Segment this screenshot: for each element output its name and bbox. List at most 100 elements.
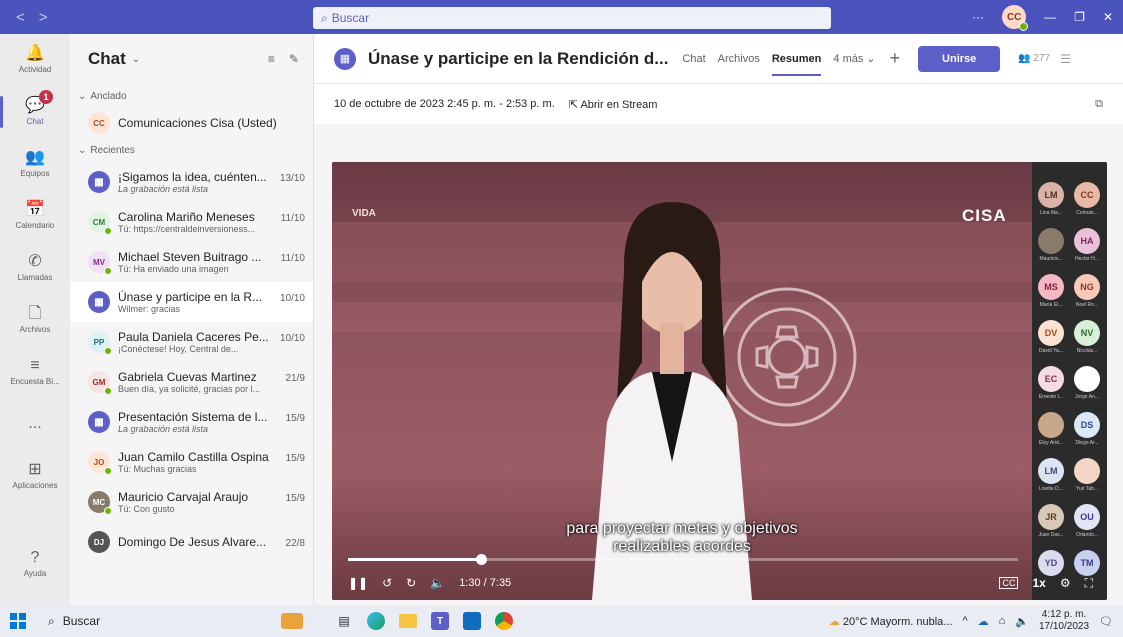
video-player[interactable]: VIDA CISA LM Lina Ma... CC Comuni... Maurici… <box>332 162 1107 600</box>
chat-list-item[interactable]: MV Michael Steven Buitrago ... 11/10 Tú: Ha… <box>70 242 313 282</box>
rail-item-phone[interactable]: ✆ Llamadas <box>0 242 70 294</box>
pause-icon[interactable]: ❚❚ <box>348 576 368 590</box>
avatar: PP <box>88 331 112 355</box>
progress-bar[interactable] <box>348 554 1018 565</box>
notification-icon[interactable]: 🗨 <box>1099 615 1113 628</box>
list-icon[interactable]: ☰ <box>1060 52 1071 66</box>
chat-name: Gabriela Cuevas Martinez <box>118 370 257 384</box>
progress-knob[interactable] <box>475 554 487 565</box>
tab-resumen[interactable]: Resumen <box>771 34 821 84</box>
chat-list-item[interactable]: PP Paula Daniela Caceres Pe... 10/10 ¡Conéc… <box>70 322 313 362</box>
minimize-icon[interactable]: — <box>1044 10 1056 24</box>
filter-icon[interactable]: ≡ <box>268 52 275 66</box>
chat-list-item[interactable]: DJ Domingo De Jesus Alvare... 22/8 <box>70 522 313 562</box>
participant-avatar[interactable]: NV <box>1074 320 1100 346</box>
open-in-stream-link[interactable]: ⇱ Abrir en Stream <box>569 98 658 111</box>
volume-icon[interactable]: 🔈 <box>1015 615 1029 628</box>
edge-icon[interactable] <box>360 605 392 637</box>
task-view-icon[interactable]: ▤ <box>328 605 360 637</box>
more-options-button[interactable]: ··· <box>972 10 984 24</box>
network-icon[interactable]: ⌂ <box>999 615 1006 627</box>
pinned-section[interactable]: ⌄ Anclado <box>70 84 313 108</box>
chat-list-item[interactable]: MC Mauricio Carvajal Araujo 15/9 Tú: Con gu… <box>70 482 313 522</box>
pinned-chat-item[interactable]: CC Comunicaciones Cisa (Usted) <box>70 108 313 138</box>
weather-widget[interactable]: ☁ 20°C Mayorm. nubla... <box>829 615 953 628</box>
join-button[interactable]: Unirse <box>918 45 1001 72</box>
participant-avatar[interactable]: OU <box>1074 504 1100 530</box>
briefcase-icon[interactable] <box>276 605 308 637</box>
participant-avatar[interactable] <box>1038 228 1064 254</box>
close-icon[interactable]: ✕ <box>1103 10 1113 24</box>
rail-item-file[interactable]: 🗋 Archivos <box>0 294 70 346</box>
forward-button[interactable]: > <box>39 9 48 26</box>
participant-avatar[interactable]: HA <box>1074 228 1100 254</box>
back-button[interactable]: < <box>16 9 25 26</box>
chrome-icon[interactable] <box>488 605 520 637</box>
tab-more[interactable]: 4 más ⌄ <box>833 34 875 84</box>
add-tab-icon[interactable]: + <box>890 48 901 69</box>
forward-10-icon[interactable]: ↻ <box>406 576 416 590</box>
chat-list-item[interactable]: ▦ Presentación Sistema de l... 15/9 La grab… <box>70 402 313 442</box>
onedrive-icon[interactable]: ☁ <box>978 615 989 628</box>
participants-button[interactable]: 👥 277 <box>1018 53 1050 64</box>
search-input[interactable]: ⌕ Buscar <box>313 7 831 29</box>
participant-avatar[interactable]: LM <box>1038 182 1064 208</box>
rail-item-more[interactable]: ... <box>0 398 70 450</box>
participant-avatar[interactable] <box>1038 412 1064 438</box>
participant-avatar[interactable]: DV <box>1038 320 1064 346</box>
participant-initials: CC <box>1080 190 1094 200</box>
chat-list-item[interactable]: JO Juan Camilo Castilla Ospina 15/9 Tú: Muc… <box>70 442 313 482</box>
rail-item-apps[interactable]: ⊞ Aplicaciones <box>0 450 70 502</box>
rail-item-help[interactable]: ? Ayuda <box>0 538 70 590</box>
outlook-icon[interactable] <box>456 605 488 637</box>
fullscreen-icon[interactable]: ⛶ <box>1085 576 1093 591</box>
new-chat-icon[interactable]: ✎ <box>289 52 299 66</box>
teams-app-icon[interactable]: T <box>424 605 456 637</box>
chat-text: Únase y participe en la R... 10/10 Wilmer:… <box>118 290 305 314</box>
search-icon: ⌕ <box>48 613 55 628</box>
chevron-down-icon[interactable]: ⌄ <box>132 54 140 65</box>
avatar: CM <box>88 211 112 235</box>
participant-avatar[interactable]: CC <box>1074 182 1100 208</box>
participant-avatar[interactable]: LM <box>1038 458 1064 484</box>
rail-item-teams[interactable]: 👥 Equipos <box>0 138 70 190</box>
profile-avatar[interactable]: CC <box>1002 5 1029 31</box>
chat-list-item[interactable]: CM Carolina Mariño Meneses 11/10 Tú: https:… <box>70 202 313 242</box>
clock[interactable]: 4:12 p. m. 17/10/2023 <box>1039 609 1089 633</box>
participant-avatar[interactable]: DS <box>1074 412 1100 438</box>
windows-start-icon[interactable] <box>0 605 36 637</box>
participant-avatar[interactable]: NG <box>1074 274 1100 300</box>
participant-avatar[interactable] <box>1074 458 1100 484</box>
participant-avatar[interactable]: EC <box>1038 366 1064 392</box>
avatar-initials: GM <box>92 377 106 387</box>
chat-list-item[interactable]: ▦ ¡Sigamos la idea, cuénten... 13/10 La gra… <box>70 162 313 202</box>
maximize-icon[interactable]: ❐ <box>1074 10 1085 24</box>
nav-arrows: < > <box>0 9 70 26</box>
rail-item-calendar[interactable]: 📅 Calendario <box>0 190 70 242</box>
participant-avatar[interactable] <box>1074 366 1100 392</box>
chat-list-item[interactable]: ▦ Únase y participe en la R... 10/10 Wilmer… <box>70 282 313 322</box>
file-explorer-icon[interactable] <box>392 605 424 637</box>
settings-gear-icon[interactable]: ⚙ <box>1060 576 1071 590</box>
avatar: MC <box>88 491 112 515</box>
rail-item-chat[interactable]: 💬 Chat 1 <box>0 86 70 138</box>
tab-chat[interactable]: Chat <box>682 34 705 84</box>
volume-icon[interactable]: 🔈 <box>430 576 445 590</box>
chat-text: Domingo De Jesus Alvare... 22/8 <box>118 535 305 549</box>
rail-item-bell[interactable]: 🔔 Actividad <box>0 34 70 86</box>
chat-text: Mauricio Carvajal Araujo 15/9 Tú: Con gust… <box>118 490 305 514</box>
playback-speed-button[interactable]: 1x <box>1032 576 1045 590</box>
chevron-up-icon[interactable]: ^ <box>962 615 967 627</box>
participant-avatar[interactable]: JR <box>1038 504 1064 530</box>
captions-button[interactable]: CC <box>999 577 1019 589</box>
chat-preview: Tú: Ha enviado una imagen <box>118 264 229 274</box>
participant-avatar[interactable]: MS <box>1038 274 1064 300</box>
rewind-10-icon[interactable]: ↺ <box>382 576 392 590</box>
popout-icon[interactable]: ⧉ <box>1095 98 1103 111</box>
chat-text: Carolina Mariño Meneses 11/10 Tú: https://… <box>118 210 305 234</box>
recent-section[interactable]: ⌄ Recientes <box>70 138 313 162</box>
taskbar-search[interactable]: ⌕ Buscar <box>36 614 176 629</box>
tab-archivos[interactable]: Archivos <box>718 34 760 84</box>
rail-item-poll[interactable]: ≡ Encuesta Bi... <box>0 346 70 398</box>
chat-list-item[interactable]: GM Gabriela Cuevas Martinez 21/9 Buen día, … <box>70 362 313 402</box>
